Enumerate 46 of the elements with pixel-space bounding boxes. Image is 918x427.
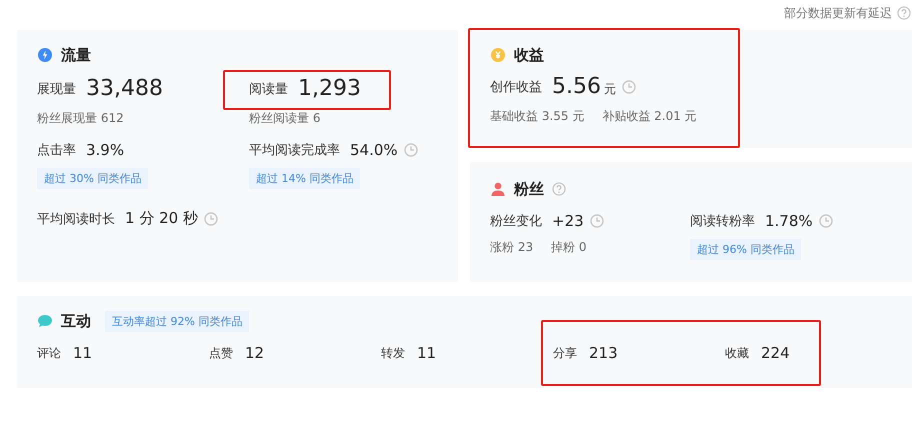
sub-metric: 掉粉 0 [551,239,587,256]
metric-label: 创作收益 [490,78,542,96]
unit-label: 元 [604,80,616,98]
metric-value: 1.78% [765,212,813,230]
comparison-badge: 互动率超过 92% 同类作品 [105,310,250,332]
sub-metric: 补贴收益 2.01 元 [602,108,697,125]
comparison-badge: 超过 96% 同类作品 [690,239,802,260]
metric-value: 11 [73,344,92,362]
metric-label: 转发 [381,344,405,362]
sub-metric: 涨粉 23 [490,239,534,256]
metric-label: 粉丝变化 [490,213,542,230]
metric-label: 阅读转粉率 [690,213,755,230]
delay-notice: 部分数据更新有延迟 [784,4,892,22]
section-title: 流量 [61,46,91,64]
comparison-badge: 超过 30% 同类作品 [37,168,148,189]
metric-label: 点赞 [209,344,233,362]
metric-value: 213 [589,344,618,362]
metric-value: 54.0% [350,141,398,159]
metric-label: 收藏 [725,344,749,362]
metric-value: 3.9% [86,141,124,159]
lightning-icon [37,47,53,63]
metric-label: 平均阅读时长 [37,210,115,228]
metric-label: 分享 [553,344,577,362]
metric-value: 12 [245,344,264,362]
metric-label: 平均阅读完成率 [249,142,340,159]
metric-value: 33,488 [86,76,163,101]
metric-label: 展现量 [37,80,76,98]
metric-value: 11 [417,344,436,362]
speech-bubble-icon [37,313,53,329]
sub-metric: 基础收益 3.55 元 [490,108,584,125]
metric-label: 点击率 [37,142,76,159]
section-title: 互动 [61,312,91,330]
metric-value: 1,293 [298,76,361,101]
coin-icon [490,47,506,63]
sub-metric: 粉丝展现量 612 [37,110,124,127]
sub-metric: 粉丝阅读量 6 [249,110,320,127]
metric-label: 评论 [37,344,61,362]
comparison-badge: 超过 14% 同类作品 [249,168,360,189]
metric-label: 阅读量 [249,80,288,98]
section-title: 收益 [514,46,544,64]
metric-value: 1 分 20 秒 [125,209,198,228]
person-icon [490,181,506,197]
metric-value: 5.56 [552,74,601,99]
section-title: 粉丝 [514,180,544,198]
metric-value: +23 [552,212,584,230]
metric-value: 224 [761,344,790,362]
